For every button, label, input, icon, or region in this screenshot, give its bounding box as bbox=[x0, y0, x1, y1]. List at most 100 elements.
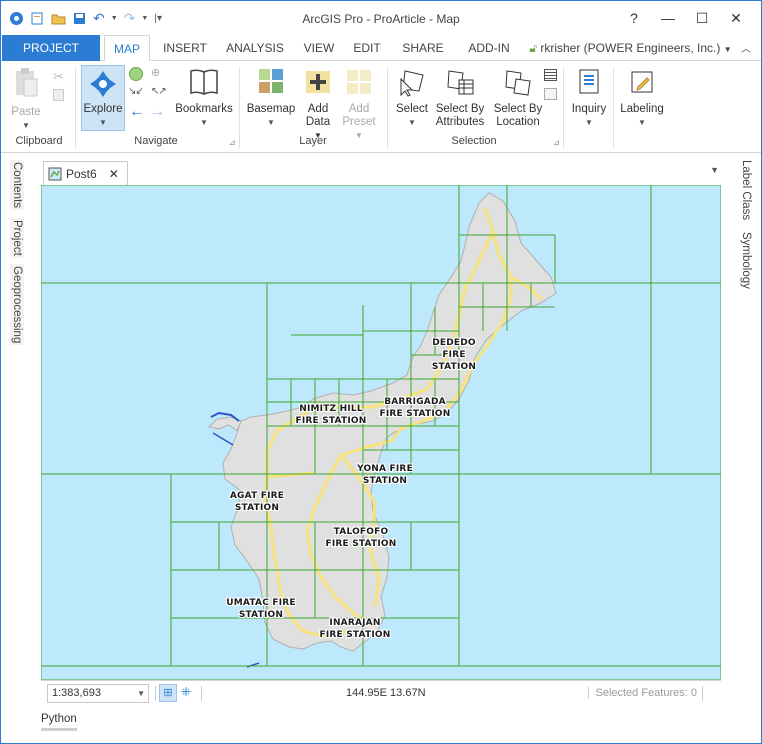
minimize-button[interactable]: — bbox=[651, 7, 685, 29]
copy-icon[interactable] bbox=[53, 89, 64, 101]
map-view-tab-close-icon[interactable]: ✕ bbox=[109, 167, 119, 181]
label-nimitz-line2: FIRE STATION bbox=[295, 416, 367, 426]
select-by-attributes-button[interactable]: Select By Attributes bbox=[433, 67, 487, 129]
zoom-to-selection-icon[interactable]: ⊕ bbox=[151, 66, 160, 79]
basemap-dropdown-icon: ▼ bbox=[267, 118, 275, 127]
select-by-location-icon bbox=[505, 70, 531, 96]
paste-icon bbox=[16, 68, 38, 97]
explore-dropdown-icon: ▼ bbox=[99, 118, 107, 127]
inquiry-button[interactable]: Inquiry ▼ bbox=[567, 67, 611, 129]
fixed-zoom-out-icon[interactable]: ↖↗ bbox=[151, 86, 167, 97]
coordinate-readout: 144.95E 13.67N bbox=[346, 687, 426, 699]
tab-share[interactable]: SHARE bbox=[397, 35, 449, 61]
label-agat-fire-station: AGAT FIRE STATION bbox=[221, 490, 293, 514]
status-separator bbox=[702, 686, 703, 701]
label-umatac-line2: STATION bbox=[238, 610, 284, 620]
map-canvas[interactable]: DEDEDO FIRE STATION NIMITZ HILL FIRE STA… bbox=[41, 185, 721, 680]
selected-features-count[interactable]: Selected Features: 0 bbox=[588, 687, 697, 699]
bookmarks-button[interactable]: Bookmarks ▼ bbox=[173, 67, 235, 129]
label-agat-line1: AGAT FIRE bbox=[229, 491, 285, 501]
basemap-label: Basemap bbox=[246, 103, 296, 115]
map-view-menu-icon[interactable]: ▼ bbox=[710, 165, 719, 175]
basemap-button[interactable]: Basemap ▼ bbox=[245, 67, 297, 129]
map-drawing[interactable] bbox=[41, 185, 721, 680]
cut-icon[interactable]: ✂ bbox=[53, 69, 64, 85]
inquiry-icon bbox=[579, 69, 599, 94]
tab-analysis[interactable]: ANALYSIS bbox=[221, 35, 289, 61]
left-dock: Contents Project Geoprocessing bbox=[1, 154, 33, 679]
right-dock: Label Class Symbology bbox=[729, 154, 761, 679]
app-window: ↶ ▼ ↷ ▼ |▾ ArcGIS Pro - ProArticle - Map… bbox=[0, 0, 762, 744]
ribbon-separator bbox=[239, 67, 240, 149]
bookmarks-label: Bookmarks bbox=[175, 103, 233, 115]
help-button[interactable]: ? bbox=[617, 7, 651, 29]
dock-tab-contents[interactable]: Contents bbox=[10, 160, 24, 211]
explore-label: Explore bbox=[83, 103, 123, 115]
ribbon: Paste ▼ ✂ Clipboard Explore ▼ ⊕ ↘↙ ↖↗ ← … bbox=[1, 61, 761, 153]
dock-tab-geoprocessing[interactable]: Geoprocessing bbox=[10, 264, 24, 346]
next-extent-icon[interactable]: → bbox=[149, 103, 165, 121]
scale-selector[interactable]: 1:383,693 ▼ bbox=[47, 684, 149, 703]
map-status-bar: 1:383,693 ▼ ⊞ ⁜ 144.95E 13.67N Selected … bbox=[41, 680, 721, 706]
close-button[interactable]: ✕ bbox=[719, 7, 753, 29]
clear-selection-icon[interactable] bbox=[544, 88, 557, 100]
label-agat-line2: STATION bbox=[234, 503, 280, 513]
grid-snapping-icon[interactable]: ⁜ bbox=[181, 685, 191, 699]
labeling-icon bbox=[631, 71, 653, 93]
add-data-button[interactable]: Add Data ▼ bbox=[301, 67, 335, 142]
label-yona-line1: YONA FIRE bbox=[357, 464, 413, 474]
dock-tab-project[interactable]: Project bbox=[10, 218, 24, 258]
add-data-label-bottom-text: Data bbox=[305, 116, 331, 128]
user-account[interactable]: 🔓︎ rkrisher (POWER Engineers, Inc.) ▼ ︿ bbox=[529, 35, 751, 61]
tab-view[interactable]: VIEW bbox=[297, 35, 341, 61]
navigate-launcher-icon[interactable]: ⊿ bbox=[229, 138, 236, 147]
select-icon bbox=[400, 70, 424, 97]
ribbon-tabs: PROJECT MAP INSERT ANALYSIS VIEW EDIT SH… bbox=[1, 35, 761, 62]
paste-button[interactable]: Paste ▼ bbox=[11, 67, 41, 132]
selection-launcher-icon[interactable]: ⊿ bbox=[553, 138, 560, 147]
label-inarajan-line2: FIRE STATION bbox=[319, 630, 391, 640]
window-controls: ? — ☐ ✕ bbox=[617, 7, 753, 29]
ribbon-separator bbox=[75, 67, 76, 149]
maximize-button[interactable]: ☐ bbox=[685, 7, 719, 29]
paste-dropdown-icon: ▼ bbox=[22, 121, 30, 130]
label-nimitz-line1: NIMITZ HILL bbox=[299, 404, 363, 414]
snapping-icon[interactable]: ⊞ bbox=[159, 684, 177, 702]
select-button[interactable]: Select ▼ bbox=[393, 67, 431, 129]
explore-button[interactable]: Explore ▼ bbox=[81, 65, 125, 131]
tab-edit[interactable]: EDIT bbox=[348, 35, 386, 61]
select-by-location-button[interactable]: Select By Location bbox=[491, 67, 545, 129]
tab-project[interactable]: PROJECT bbox=[2, 35, 100, 61]
labeling-label: Labeling bbox=[620, 103, 664, 115]
add-data-icon bbox=[306, 71, 330, 93]
tab-add-in[interactable]: ADD-IN bbox=[459, 35, 519, 61]
map-view-tab[interactable]: Post6 ✕ bbox=[43, 161, 128, 185]
dock-tab-symbology[interactable]: Symbology bbox=[740, 232, 752, 289]
ribbon-separator bbox=[387, 67, 388, 149]
label-barrigada-line2: FIRE STATION bbox=[379, 409, 451, 419]
map-view-tab-label: Post6 bbox=[66, 166, 97, 181]
select-by-location-label-top: Select By bbox=[493, 103, 543, 115]
tab-map[interactable]: MAP bbox=[104, 35, 150, 62]
title-bar: ↶ ▼ ↷ ▼ |▾ ArcGIS Pro - ProArticle - Map… bbox=[1, 1, 761, 35]
basemap-icon bbox=[259, 69, 283, 93]
collapse-ribbon-icon[interactable]: ︿ bbox=[741, 44, 751, 55]
label-inarajan-fire-station: INARAJAN FIRE STATION bbox=[313, 617, 397, 641]
user-dropdown-icon: ▼ bbox=[723, 45, 732, 54]
add-preset-button[interactable]: Add Preset ▼ bbox=[339, 67, 379, 142]
dock-tab-python[interactable]: Python bbox=[41, 713, 77, 731]
fixed-zoom-in-icon[interactable]: ↘↙ bbox=[128, 86, 144, 97]
tab-insert[interactable]: INSERT bbox=[157, 35, 213, 61]
map-view-header: Post6 ✕ ▼ bbox=[41, 159, 721, 185]
label-dededo-line1: DEDEDO bbox=[432, 338, 476, 348]
labeling-button[interactable]: Labeling ▼ bbox=[617, 67, 667, 129]
full-extent-icon[interactable] bbox=[129, 67, 143, 81]
group-label-navigate: Navigate bbox=[134, 135, 178, 147]
attribute-table-icon[interactable] bbox=[544, 69, 557, 81]
map-view-icon bbox=[48, 167, 62, 180]
inquiry-dropdown-icon: ▼ bbox=[585, 118, 593, 127]
scale-dropdown-icon[interactable]: ▼ bbox=[137, 685, 145, 702]
previous-extent-icon[interactable]: ← bbox=[129, 103, 145, 121]
label-talofofo-line2: FIRE STATION bbox=[325, 539, 397, 549]
dock-tab-label-class[interactable]: Label Class bbox=[740, 160, 752, 220]
